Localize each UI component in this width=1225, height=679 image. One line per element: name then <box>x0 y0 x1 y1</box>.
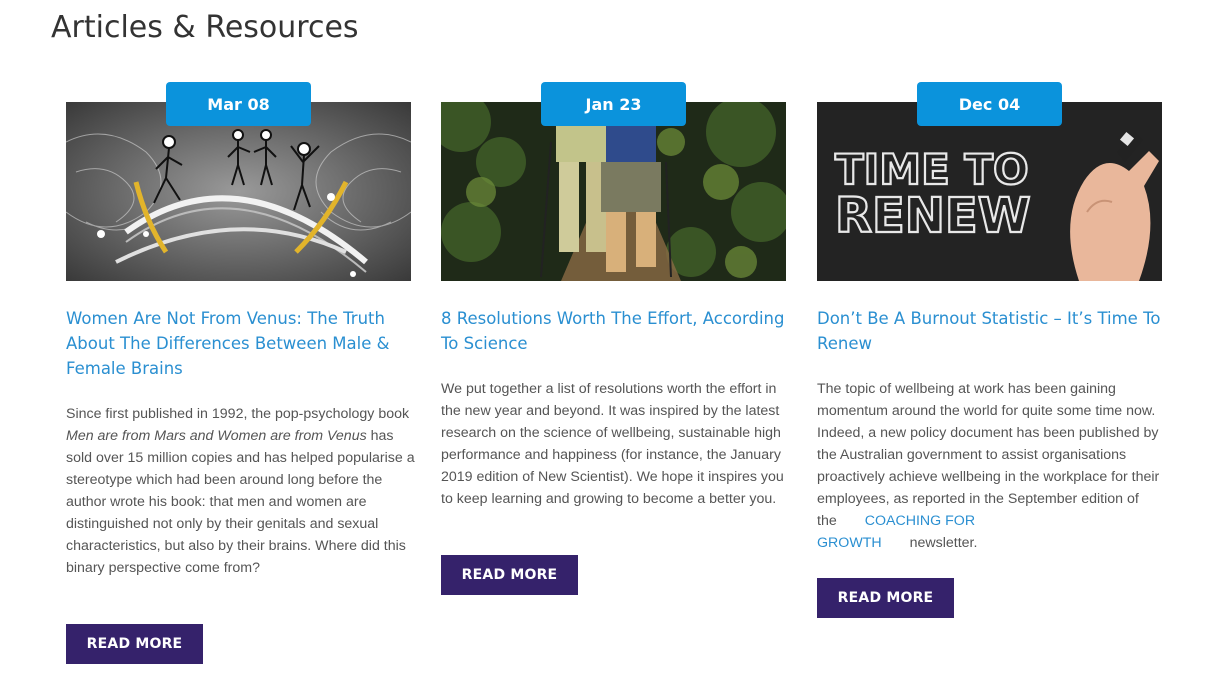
time-to-renew-image: TIME TO RENEW <box>817 102 1162 281</box>
read-more-button[interactable]: READ MORE <box>66 624 203 664</box>
article-excerpt: Since first published in 1992, the pop-p… <box>66 403 416 579</box>
section-title: Articles & Resources <box>51 10 359 45</box>
article-title-link[interactable]: Women Are Not From Venus: The Truth Abou… <box>66 306 411 381</box>
brain-stick-figures-image <box>66 102 411 281</box>
coaching-for-growth-link[interactable]: GROWTH <box>817 535 910 551</box>
date-badge: Mar 08 <box>166 82 311 126</box>
excerpt-text: The topic of wellbeing at work has been … <box>817 381 1160 529</box>
article-excerpt: We put together a list of resolutions wo… <box>441 381 784 507</box>
coaching-for-growth-link[interactable]: COACHING FOR <box>837 513 975 529</box>
article-image[interactable] <box>441 102 786 281</box>
article-excerpt: The topic of wellbeing at work has been … <box>817 378 1167 554</box>
image-text-line2: RENEW <box>835 188 1031 244</box>
excerpt-text: Since first published in 1992, the pop-p… <box>66 406 410 422</box>
read-more-button[interactable]: READ MORE <box>441 555 578 595</box>
article-image[interactable] <box>66 102 411 281</box>
book-title: Men are from Mars and Women are from Ven… <box>66 428 367 444</box>
read-more-button[interactable]: READ MORE <box>817 578 954 618</box>
date-badge: Jan 23 <box>541 82 686 126</box>
excerpt-text: newsletter. <box>909 535 978 551</box>
date-badge: Dec 04 <box>917 82 1062 126</box>
image-text-line1: TIME TO <box>835 145 1029 194</box>
article-title-link[interactable]: 8 Resolutions Worth The Effort, Accordin… <box>441 306 786 356</box>
hikers-forest-image <box>441 102 786 281</box>
excerpt-text: has sold over 15 million copies and has … <box>66 428 415 576</box>
article-image[interactable]: TIME TO RENEW <box>817 102 1162 281</box>
article-title-link[interactable]: Don’t Be A Burnout Statistic – It’s Time… <box>817 306 1162 356</box>
